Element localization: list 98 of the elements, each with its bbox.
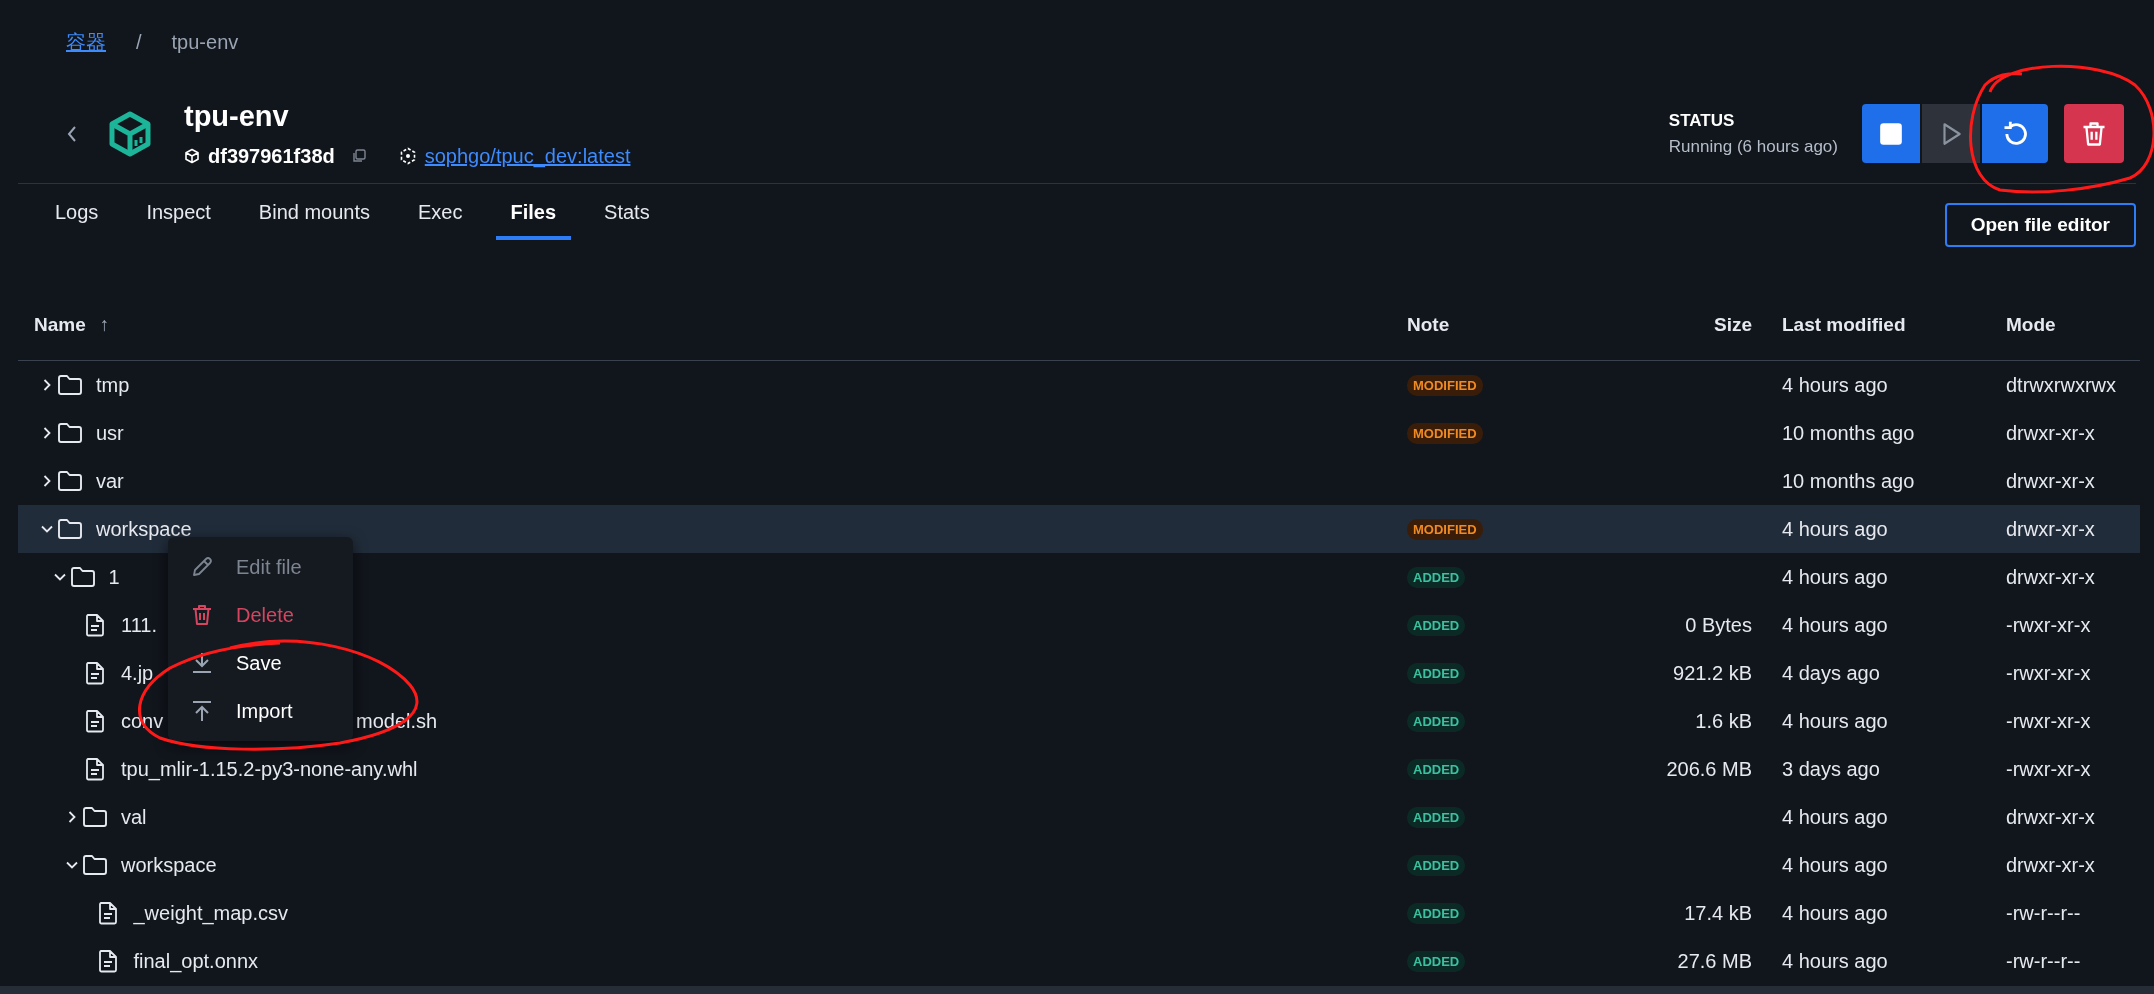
download-icon — [190, 651, 214, 675]
column-header[interactable]: Note — [1407, 314, 1450, 336]
file-mode: drwxr-xr-x — [2006, 469, 2095, 493]
status-badge: ADDED — [1407, 614, 1466, 636]
file-name: 111. — [121, 613, 157, 637]
file-mode: drwxr-xr-x — [2006, 805, 2095, 829]
file-size: 921.2 kB — [1673, 661, 1752, 685]
file-mode: -rwxr-xr-x — [2006, 757, 2091, 781]
file-mode: drwxr-xr-x — [2006, 565, 2095, 589]
status-badge: ADDED — [1407, 710, 1466, 732]
status-badge: MODIFIED — [1407, 422, 1483, 444]
file-size: 0 Bytes — [1685, 613, 1752, 637]
modified-time: 4 days ago — [1782, 661, 1880, 685]
file-name: workspace — [96, 517, 192, 541]
file-size: 1.6 kB — [1695, 709, 1752, 733]
open-file-editor-button[interactable]: Open file editor — [1944, 203, 2136, 247]
file-name: var — [96, 469, 124, 493]
folder-icon — [82, 806, 108, 828]
tab[interactable]: Files — [495, 190, 572, 240]
status-badge: ADDED — [1407, 566, 1466, 588]
upload-icon — [190, 699, 214, 723]
folder-icon — [57, 518, 83, 540]
modified-time: 4 hours ago — [1782, 373, 1888, 397]
file-name: 1 — [108, 565, 120, 589]
modified-time: 4 hours ago — [1782, 517, 1888, 541]
modified-time: 4 hours ago — [1782, 565, 1888, 589]
container-name: tpu-env — [184, 99, 290, 133]
status-badge: ADDED — [1407, 950, 1466, 972]
file-name: usr — [96, 421, 124, 445]
folder-icon — [57, 374, 83, 396]
modified-time: 4 hours ago — [1782, 949, 1888, 973]
status-label: STATUS — [1668, 110, 1736, 131]
restart-button[interactable] — [1982, 104, 2048, 163]
stop-icon — [1878, 120, 1904, 147]
modified-time: 4 hours ago — [1782, 709, 1888, 733]
folder-icon — [57, 470, 83, 492]
tab[interactable]: Logs — [40, 190, 114, 240]
file-mode: -rwxr-xr-x — [2006, 709, 2091, 733]
menu-item[interactable]: Delete — [168, 591, 353, 639]
tab[interactable]: Inspect — [131, 190, 226, 240]
file-name: _weight_map.csv — [133, 901, 289, 925]
modified-time: 10 months ago — [1782, 421, 1915, 445]
trash-icon — [190, 603, 214, 627]
file-mode: -rwxr-xr-x — [2006, 613, 2091, 637]
breadcrumb-link[interactable]: 容器 — [66, 28, 106, 56]
status-badge: ADDED — [1407, 758, 1466, 780]
modified-time: 3 days ago — [1782, 757, 1880, 781]
delete-button[interactable] — [2064, 104, 2124, 163]
status-badge: ADDED — [1407, 806, 1466, 828]
status-badge: ADDED — [1407, 902, 1466, 924]
stop-button[interactable] — [1862, 104, 1922, 163]
menu-item[interactable]: Import — [168, 687, 353, 735]
menu-item[interactable]: Save — [168, 639, 353, 687]
status-text: Running (6 hours ago) — [1668, 136, 1838, 157]
container-id: df397961f38d — [208, 144, 335, 168]
column-header[interactable]: Mode — [2006, 314, 2056, 336]
modified-time: 4 hours ago — [1782, 853, 1888, 877]
column-header[interactable]: Name — [34, 314, 86, 336]
modified-time: 4 hours ago — [1782, 613, 1888, 637]
file-size: 27.6 MB — [1677, 949, 1752, 973]
breadcrumb-current: tpu-env — [171, 30, 239, 54]
tab[interactable]: Bind mounts — [243, 190, 386, 240]
status-badge: ADDED — [1407, 662, 1466, 684]
image-icon — [398, 147, 417, 165]
file-name: workspace — [121, 853, 217, 877]
file-name: val — [121, 805, 147, 829]
folder-icon — [69, 566, 96, 588]
file-mode: dtrwxrwxrwx — [2006, 373, 2116, 397]
file-mode: -rw-r--r-- — [2006, 901, 2081, 925]
file-name: tmp — [96, 373, 130, 397]
file-name: final_opt.onnx — [133, 949, 259, 973]
modified-time: 4 hours ago — [1782, 901, 1888, 925]
modified-time: 4 hours ago — [1782, 805, 1888, 829]
folder-icon — [57, 422, 83, 444]
modified-time: 10 months ago — [1782, 469, 1915, 493]
cube-icon — [184, 148, 200, 164]
file-mode: -rwxr-xr-x — [2006, 661, 2091, 685]
file-mode: drwxr-xr-x — [2006, 421, 2095, 445]
file-mode: drwxr-xr-x — [2006, 853, 2095, 877]
column-header[interactable]: Last modified — [1782, 314, 1906, 336]
status-badge: MODIFIED — [1407, 518, 1483, 540]
image-link[interactable]: sophgo/tpuc_dev:latest — [424, 144, 631, 168]
folder-icon — [82, 854, 108, 876]
status-badge: ADDED — [1407, 854, 1466, 876]
file-name: 4.jp — [121, 661, 154, 685]
status-badge: MODIFIED — [1407, 374, 1483, 396]
column-header[interactable]: Size — [1713, 314, 1752, 336]
tab[interactable]: Stats — [589, 190, 665, 240]
pencil-icon — [190, 555, 214, 579]
file-size: 206.6 MB — [1666, 757, 1752, 781]
breadcrumb-separator: / — [136, 30, 142, 54]
file-name: tpu_mlir-1.15.2-py3-none-any.whl — [121, 757, 418, 781]
sort-indicator[interactable]: ↑ — [99, 314, 110, 336]
file-size: 17.4 kB — [1684, 901, 1752, 925]
file-mode: -rw-r--r-- — [2006, 949, 2081, 973]
tab[interactable]: Exec — [403, 190, 478, 240]
copy-icon[interactable] — [350, 148, 367, 164]
file-mode: drwxr-xr-x — [2006, 517, 2095, 541]
